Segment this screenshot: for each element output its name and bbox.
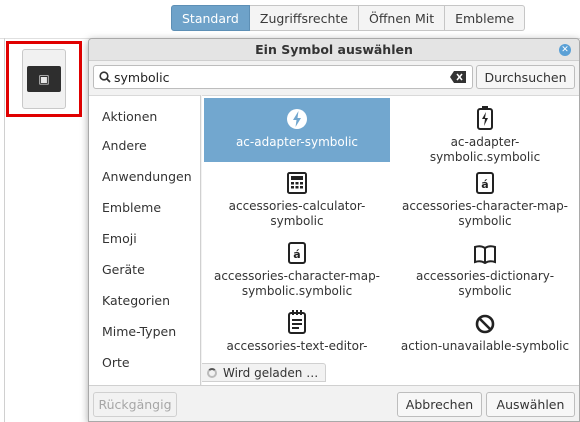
properties-tab-bar: Standard Zugriffsrechte Öffnen Mit Emble… [171, 5, 526, 31]
highlight-frame: ▣ [6, 41, 82, 117]
category-item-anwendungen[interactable]: Anwendungen [89, 161, 200, 192]
icon-item-accessories-character-map-symbolic-symbolic[interactable]: á accessories-character-map- symbolic.sy… [204, 238, 390, 299]
battery-charging-icon [477, 104, 493, 130]
icon-item-accessories-text-editor-symbolic[interactable]: accessories-text-editor- [204, 308, 390, 354]
dialog-footer: Rückgängig Abbrechen Auswählen [89, 385, 579, 421]
character-map-icon: á [476, 168, 494, 194]
film-icon: ▣ [27, 66, 61, 92]
svg-text:á: á [293, 248, 300, 261]
category-item-aktionen[interactable]: Aktionen [89, 96, 200, 130]
calculator-icon [287, 168, 307, 194]
tab-zugriffsrechte[interactable]: Zugriffsrechte [249, 5, 359, 31]
spinner-icon [207, 367, 217, 378]
dialog-titlebar: Ein Symbol auswählen ✕ [89, 39, 579, 61]
book-icon [473, 238, 497, 264]
icon-grid: ac-adapter-symbolic ac-adapter- symbolic… [202, 95, 579, 385]
properties-frame-edge [4, 38, 5, 422]
change-icon-button[interactable]: ▣ [22, 49, 66, 109]
category-item-embleme[interactable]: Embleme [89, 192, 200, 223]
select-button[interactable]: Auswählen [486, 392, 575, 417]
icon-item-ac-adapter-symbolic-symbolic[interactable]: ac-adapter- symbolic.symbolic [392, 98, 578, 165]
category-list: Aktionen Andere Anwendungen Embleme Emoj… [89, 95, 201, 385]
icon-label: accessories-character-map- symbolic [401, 199, 569, 228]
icon-label: action-unavailable-symbolic [400, 339, 570, 353]
category-item-emoji[interactable]: Emoji [89, 223, 200, 254]
category-item-andere[interactable]: Andere [89, 130, 200, 161]
dialog-title: Ein Symbol auswählen [255, 42, 413, 57]
category-item-mime-typen[interactable]: Mime-Typen [89, 316, 200, 347]
icon-item-accessories-calculator-symbolic[interactable]: accessories-calculator- symbolic [204, 168, 390, 229]
category-item-orte[interactable]: Orte [89, 347, 200, 378]
icon-item-ac-adapter-symbolic[interactable]: ac-adapter-symbolic [204, 98, 390, 162]
lightning-circle-icon [286, 104, 308, 130]
tab-oeffnen-mit[interactable]: Öffnen Mit [358, 5, 446, 31]
search-input[interactable] [114, 68, 434, 86]
icon-label: accessories-dictionary- symbolic [415, 269, 555, 298]
icon-item-action-unavailable-symbolic[interactable]: action-unavailable-symbolic [392, 308, 578, 354]
cancel-button[interactable]: Abbrechen [397, 392, 482, 417]
tab-standard[interactable]: Standard [171, 5, 250, 31]
icon-label: ac-adapter-symbolic [235, 135, 359, 149]
svg-text:á: á [481, 178, 488, 191]
search-icon [99, 71, 111, 83]
search-button[interactable]: Durchsuchen [476, 65, 575, 89]
loading-text: Wird geladen … [223, 365, 319, 380]
icon-chooser-dialog: Ein Symbol auswählen ✕ Durchsuchen Aktio… [88, 38, 580, 422]
icon-item-accessories-character-map-symbolic[interactable]: á accessories-character-map- symbolic [392, 168, 578, 229]
no-entry-icon [475, 308, 495, 334]
category-item-kategorien[interactable]: Kategorien [89, 285, 200, 316]
search-box [93, 65, 473, 89]
close-icon[interactable]: ✕ [559, 44, 571, 56]
loading-indicator: Wird geladen … [202, 363, 326, 382]
undo-button[interactable]: Rückgängig [93, 392, 177, 417]
text-editor-icon [288, 308, 306, 334]
category-item-geraete[interactable]: Geräte [89, 254, 200, 285]
icon-label: ac-adapter- symbolic.symbolic [429, 135, 541, 164]
icon-label: accessories-calculator- symbolic [228, 199, 366, 228]
clear-search-icon[interactable] [450, 71, 466, 83]
icon-item-accessories-dictionary-symbolic[interactable]: accessories-dictionary- symbolic [392, 238, 578, 299]
icon-label: accessories-character-map- symbolic.symb… [213, 269, 381, 298]
icon-label: accessories-text-editor- [226, 339, 368, 353]
tab-embleme[interactable]: Embleme [445, 5, 526, 31]
character-map-icon: á [288, 238, 306, 264]
